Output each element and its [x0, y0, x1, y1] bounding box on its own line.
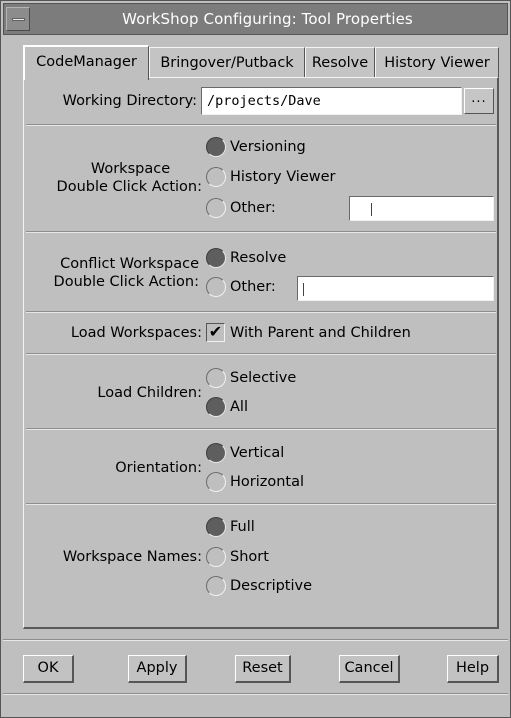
tab-codemanager[interactable]: CodeManager — [23, 45, 149, 80]
conflict-double-click-label-line2: Double Click Action: — [53, 274, 199, 290]
checkmark-icon: ✔ — [206, 323, 225, 342]
separator — [3, 639, 508, 641]
radio-label: Other: — [230, 200, 276, 216]
conflict-other-input[interactable] — [297, 276, 494, 301]
radio-label: Other: — [230, 279, 276, 295]
workspace-other-input[interactable] — [349, 196, 494, 221]
orientation-label: Orientation: — [115, 460, 202, 476]
help-button[interactable]: Help — [447, 655, 499, 683]
radio-indicator — [206, 368, 226, 388]
window-menu-button[interactable] — [6, 7, 30, 31]
tab-resolve[interactable]: Resolve — [305, 47, 375, 79]
radio-indicator — [206, 167, 226, 187]
separator — [26, 353, 496, 355]
separator — [26, 311, 496, 313]
radio-label: Horizontal — [230, 474, 305, 490]
apply-button[interactable]: Apply — [128, 655, 187, 683]
radio-indicator — [206, 277, 226, 297]
radio-indicator — [206, 397, 226, 417]
radio-indicator — [206, 547, 226, 567]
workspace-double-click-label-line2: Double Click Action: — [56, 179, 202, 195]
radio-label: Descriptive — [230, 578, 313, 594]
radio-label: All — [230, 399, 248, 415]
radio-label: History Viewer — [230, 169, 336, 185]
checkbox-label: With Parent and Children — [230, 325, 411, 341]
text-caret — [303, 283, 304, 296]
working-directory-input[interactable]: /projects/Dave — [201, 87, 462, 115]
working-directory-value: /projects/Dave — [207, 93, 321, 109]
separator — [26, 428, 496, 430]
tool-properties-dialog: WorkShop Configuring: Tool Properties Co… — [0, 0, 511, 718]
radio-label: Vertical — [230, 445, 285, 461]
load-workspaces-label: Load Workspaces: — [70, 325, 202, 341]
codemanager-panel: Working Directory: /projects/Dave ... Wo… — [23, 77, 499, 629]
window-title: WorkShop Configuring: Tool Properties — [122, 10, 413, 28]
radio-indicator — [206, 443, 226, 463]
browse-directory-button[interactable]: ... — [464, 88, 494, 114]
radio-label: Short — [230, 549, 269, 565]
tab-bringover-putback[interactable]: Bringover/Putback — [149, 47, 305, 79]
radio-label: Resolve — [230, 250, 287, 266]
separator — [26, 231, 496, 233]
workspace-double-click-label-line1: Workspace — [90, 161, 171, 177]
radio-indicator — [206, 576, 226, 596]
window-menu-icon — [12, 18, 25, 21]
working-directory-label: Working Directory: — [62, 93, 197, 109]
separator — [26, 503, 496, 505]
radio-indicator — [206, 472, 226, 492]
tab-history-viewer[interactable]: History Viewer — [375, 47, 499, 79]
text-caret — [371, 203, 372, 216]
radio-label: Selective — [230, 370, 297, 386]
separator — [3, 693, 508, 695]
radio-indicator — [206, 517, 226, 537]
cancel-button[interactable]: Cancel — [339, 655, 400, 683]
workspace-names-label: Workspace Names: — [62, 549, 202, 565]
reset-button[interactable]: Reset — [235, 655, 291, 683]
radio-indicator — [206, 137, 226, 157]
title-bar[interactable]: WorkShop Configuring: Tool Properties — [3, 3, 508, 35]
ok-button[interactable]: OK — [23, 655, 74, 683]
load-children-label: Load Children: — [97, 385, 202, 401]
radio-label: Versioning — [230, 139, 306, 155]
separator — [26, 124, 496, 126]
radio-indicator — [206, 198, 226, 218]
radio-indicator — [206, 248, 226, 268]
conflict-double-click-label-line1: Conflict Workspace — [60, 256, 199, 272]
radio-label: Full — [230, 519, 255, 535]
